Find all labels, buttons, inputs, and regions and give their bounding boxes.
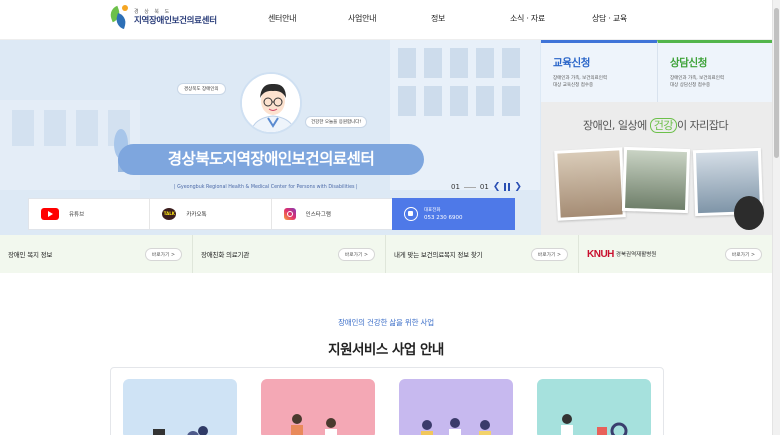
- education-apply-desc: 장애인과 가족, 보건의료인력 대상 교육신청 접수중: [553, 76, 607, 88]
- phone-number: 053 230 6900: [424, 214, 463, 221]
- quicklink-go-button[interactable]: 바로가기 >: [337, 247, 375, 261]
- nav-business-info[interactable]: 사업안내: [348, 13, 377, 24]
- service-card-4[interactable]: [537, 379, 651, 435]
- slide-current: 01: [451, 183, 460, 191]
- section-subtitle: 장애인의 건강한 삶을 위한 사업: [338, 318, 434, 327]
- scrollbar-thumb[interactable]: [774, 8, 779, 158]
- sns-kakaotalk-label: 카카오톡: [186, 212, 207, 218]
- instagram-icon: [283, 208, 296, 220]
- section-title: 지원서비스 사업 안내: [328, 342, 444, 358]
- slide-pause-icon[interactable]: [504, 183, 511, 191]
- service-illustration-icon: [291, 414, 337, 435]
- knuh-logo: KNUH 경북권역재활병원: [587, 249, 656, 260]
- sns-kakaotalk-link[interactable]: TALK 카카오톡: [150, 199, 272, 229]
- nav-consult-education[interactable]: 상담 · 교육: [592, 13, 627, 24]
- promo-highlight: 건강: [649, 118, 677, 133]
- phone-label: 대표전화: [424, 207, 441, 213]
- sns-instagram-label: 인스타그램: [305, 212, 331, 218]
- promo-text: 장애인, 일상에 건강 이 자리잡다: [583, 118, 729, 133]
- sns-youtube-label: 유튜브: [69, 212, 85, 218]
- quicklink-label: 경북권역재활병원: [615, 252, 657, 258]
- page-scrollbar[interactable]: [772, 0, 780, 435]
- slide-prev-icon[interactable]: ❮: [493, 182, 501, 192]
- education-apply-title: 교육신청: [553, 57, 591, 69]
- site-header: 경 상 북 도 지역장애인보건의료센터 센터안내 사업안내 정보 소식 · 자료…: [0, 0, 772, 40]
- phone-contact[interactable]: 대표전화 053 230 6900: [392, 198, 515, 230]
- quicklink-label: 장애친화 의료기관: [201, 251, 250, 259]
- hero-subtitle-en: | Gyeongbuk Regional Health & Medical Ce…: [174, 185, 358, 190]
- slide-next-icon[interactable]: ❯: [514, 182, 522, 192]
- main-nav: 센터안내 사업안내 정보 소식 · 자료 상담 · 교육: [0, 13, 772, 27]
- quicklink-label: 내게 맞는 보건의료복지 정보 찾기: [394, 251, 483, 259]
- quicklink-label: 장애인 복지 정보: [8, 251, 53, 259]
- service-card-1[interactable]: [123, 379, 237, 435]
- quicklink-go-button[interactable]: 바로가기 >: [144, 247, 182, 261]
- quicklink-welfare-info[interactable]: 장애인 복지 정보 바로가기 >: [0, 235, 193, 273]
- slide-total: 01: [479, 183, 489, 191]
- consult-apply-panel[interactable]: 상담신청 장애인과 가족, 보건의료인력 대상 상담신청 접수중: [657, 40, 772, 102]
- quicklink-go-button[interactable]: 바로가기 >: [724, 247, 762, 261]
- quicklink-find-info[interactable]: 내게 맞는 보건의료복지 정보 찾기 바로가기 >: [386, 235, 579, 273]
- sns-youtube-link[interactable]: 유튜브: [29, 199, 151, 229]
- quicklink-friendly-hospital[interactable]: 장애친화 의료기관 바로가기 >: [193, 235, 386, 273]
- service-illustration-icon: [421, 418, 491, 435]
- promo-banner[interactable]: 장애인, 일상에 건강 이 자리잡다: [541, 102, 772, 235]
- nav-information[interactable]: 정보: [431, 13, 445, 24]
- slide-separator: [463, 186, 476, 188]
- doctor-avatar-icon: [240, 72, 302, 134]
- quicklink-go-button[interactable]: 바로가기 >: [530, 247, 568, 261]
- education-apply-panel[interactable]: 교육신청 장애인과 가족, 보건의료인력 대상 교육신청 접수중: [541, 40, 657, 102]
- quick-links-bar: 장애인 복지 정보 바로가기 > 장애친화 의료기관 바로가기 > 내게 맞는 …: [0, 235, 772, 273]
- service-illustration-icon: [153, 426, 208, 435]
- promo-photo-2: [621, 146, 691, 214]
- phone-icon: [404, 207, 418, 221]
- nav-news-materials[interactable]: 소식 · 자료: [510, 13, 545, 24]
- kakaotalk-icon: TALK: [162, 208, 177, 220]
- youtube-icon: [41, 208, 59, 220]
- hero-badge: 경상북도 장애인의: [177, 83, 226, 95]
- hero-title: 경상북도지역장애인보건의료센터: [118, 144, 424, 175]
- service-illustration-icon: [561, 414, 628, 435]
- quicklink-knuh[interactable]: KNUH 경북권역재활병원 바로가기 >: [579, 235, 772, 273]
- sns-instagram-link[interactable]: 인스타그램: [272, 199, 392, 229]
- service-card-2[interactable]: [261, 379, 375, 435]
- slide-controls: 01 01 ❮ ❯: [451, 182, 522, 192]
- knuh-logo-mark: KNUH: [587, 248, 614, 260]
- nav-center-info[interactable]: 센터안내: [268, 13, 297, 24]
- service-card-3[interactable]: [399, 379, 513, 435]
- consult-apply-title: 상담신청: [670, 57, 708, 69]
- chat-avatar-icon[interactable]: [734, 196, 764, 230]
- sns-bar: 유튜브 TALK 카카오톡 인스타그램: [28, 198, 393, 230]
- promo-photo-1: [554, 147, 626, 221]
- consult-apply-desc: 장애인과 가족, 보건의료인력 대상 상담신청 접수중: [670, 76, 724, 88]
- hero-cheer-bubble: 건강한 오늘을 응원합니다!: [305, 116, 368, 128]
